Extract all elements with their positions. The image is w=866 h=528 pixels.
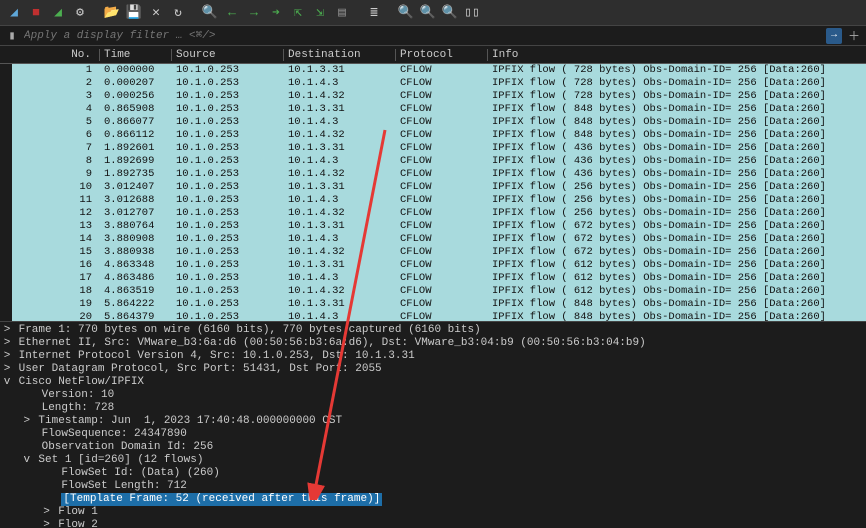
table-row[interactable]: 174.86348610.1.0.25310.1.4.3CFLOWIPFIX f… — [0, 272, 866, 285]
table-row[interactable]: 50.86607710.1.0.25310.1.4.3CFLOWIPFIX fl… — [0, 116, 866, 129]
table-row[interactable]: 113.01268810.1.0.25310.1.4.3CFLOWIPFIX f… — [0, 194, 866, 207]
find-icon[interactable]: 🔍 — [200, 3, 220, 23]
tree-line[interactable]: > Ethernet II, Src: VMware_b3:6a:d6 (00:… — [0, 337, 866, 350]
stop-icon[interactable]: ■ — [26, 3, 46, 23]
reload-icon[interactable]: ↻ — [168, 3, 188, 23]
table-row[interactable]: 91.89273510.1.0.25310.1.4.32CFLOWIPFIX f… — [0, 168, 866, 181]
open-icon[interactable]: 📂 — [102, 3, 122, 23]
tree-toggle-icon[interactable]: v — [2, 376, 12, 389]
tree-toggle-icon[interactable]: v — [22, 454, 32, 467]
display-filter-bar: ▮ → ＋ — [0, 26, 866, 46]
zoom-out-icon[interactable]: 🔍 — [418, 3, 438, 23]
tree-toggle-icon[interactable]: > — [2, 350, 12, 363]
tree-toggle-icon[interactable]: > — [2, 324, 12, 337]
colorize-icon[interactable]: ≣ — [364, 3, 384, 23]
table-row[interactable]: 30.00025610.1.0.25310.1.4.32CFLOWIPFIX f… — [0, 90, 866, 103]
zoom-in-icon[interactable]: 🔍 — [396, 3, 416, 23]
restart-capture-icon[interactable]: ◢ — [48, 3, 68, 23]
last-icon[interactable]: ⇲ — [310, 3, 330, 23]
autoscroll-icon[interactable]: ▤ — [332, 3, 352, 23]
packet-list-panel: No. Time Source Destination Protocol Inf… — [0, 46, 866, 321]
table-row[interactable]: 81.89269910.1.0.25310.1.4.3CFLOWIPFIX fl… — [0, 155, 866, 168]
filter-add-icon[interactable]: ＋ — [846, 28, 862, 44]
tree-line[interactable]: FlowSet Id: (Data) (260) — [0, 467, 866, 480]
col-header-destination[interactable]: Destination — [284, 49, 396, 61]
tree-line[interactable]: > Flow 2 — [0, 519, 866, 528]
display-filter-input[interactable] — [24, 27, 822, 45]
tree-line[interactable]: > Internet Protocol Version 4, Src: 10.1… — [0, 350, 866, 363]
tree-line[interactable]: FlowSet Length: 712 — [0, 480, 866, 493]
col-header-protocol[interactable]: Protocol — [396, 49, 488, 61]
bookmark-icon[interactable]: ▮ — [4, 28, 20, 44]
first-icon[interactable]: ⇱ — [288, 3, 308, 23]
table-row[interactable]: 205.86437910.1.0.25310.1.4.3CFLOWIPFIX f… — [0, 311, 866, 321]
tree-line[interactable]: v Cisco NetFlow/IPFIX — [0, 376, 866, 389]
options-icon[interactable]: ⚙ — [70, 3, 90, 23]
tree-line[interactable]: > Flow 1 — [0, 506, 866, 519]
table-row[interactable]: 103.01240710.1.0.25310.1.3.31CFLOWIPFIX … — [0, 181, 866, 194]
table-row[interactable]: 60.86611210.1.0.25310.1.4.32CFLOWIPFIX f… — [0, 129, 866, 142]
packet-rows[interactable]: 10.00000010.1.0.25310.1.3.31CFLOWIPFIX f… — [0, 64, 866, 321]
close-file-icon[interactable]: ✕ — [146, 3, 166, 23]
resize-cols-icon[interactable]: ▯▯ — [462, 3, 482, 23]
zoom-reset-icon[interactable]: 🔍 — [440, 3, 460, 23]
tree-line[interactable]: > User Datagram Protocol, Src Port: 5143… — [0, 363, 866, 376]
table-row[interactable]: 184.86351910.1.0.25310.1.4.32CFLOWIPFIX … — [0, 285, 866, 298]
prev-icon[interactable]: ← — [222, 3, 242, 23]
goto-icon[interactable]: ➔ — [266, 3, 286, 23]
col-header-source[interactable]: Source — [172, 49, 284, 61]
packet-details-panel[interactable]: > Frame 1: 770 bytes on wire (6160 bits)… — [0, 321, 866, 528]
tree-line[interactable]: Version: 10 — [0, 389, 866, 402]
tree-toggle-icon[interactable]: > — [42, 506, 52, 519]
col-header-no[interactable]: No. — [0, 49, 100, 61]
shark-fin-icon[interactable]: ◢ — [4, 3, 24, 23]
tree-toggle-icon[interactable]: > — [42, 519, 52, 528]
col-header-time[interactable]: Time — [100, 49, 172, 61]
tree-line[interactable]: [Template Frame: 52 (received after this… — [0, 493, 866, 506]
table-row[interactable]: 143.88090810.1.0.25310.1.4.3CFLOWIPFIX f… — [0, 233, 866, 246]
table-row[interactable]: 153.88093810.1.0.25310.1.4.32CFLOWIPFIX … — [0, 246, 866, 259]
tree-line[interactable]: > Frame 1: 770 bytes on wire (6160 bits)… — [0, 324, 866, 337]
tree-toggle-icon[interactable]: > — [22, 415, 32, 428]
main-toolbar: ◢■◢⚙📂💾✕↻🔍←→➔⇱⇲▤≣🔍🔍🔍▯▯ — [0, 0, 866, 26]
table-row[interactable]: 164.86334810.1.0.25310.1.3.31CFLOWIPFIX … — [0, 259, 866, 272]
table-row[interactable]: 133.88076410.1.0.25310.1.3.31CFLOWIPFIX … — [0, 220, 866, 233]
table-row[interactable]: 20.00020710.1.0.25310.1.4.3CFLOWIPFIX fl… — [0, 77, 866, 90]
table-row[interactable]: 40.86590810.1.0.25310.1.3.31CFLOWIPFIX f… — [0, 103, 866, 116]
table-row[interactable]: 195.86422210.1.0.25310.1.3.31CFLOWIPFIX … — [0, 298, 866, 311]
tree-toggle-icon[interactable]: > — [2, 337, 12, 350]
next-icon[interactable]: → — [244, 3, 264, 23]
tree-line[interactable]: Length: 728 — [0, 402, 866, 415]
tree-line[interactable]: FlowSequence: 24347890 — [0, 428, 866, 441]
filter-apply-icon[interactable]: → — [826, 28, 842, 44]
save-icon[interactable]: 💾 — [124, 3, 144, 23]
table-row[interactable]: 123.01270710.1.0.25310.1.4.32CFLOWIPFIX … — [0, 207, 866, 220]
tree-line[interactable]: > Timestamp: Jun 1, 2023 17:40:48.000000… — [0, 415, 866, 428]
tree-line[interactable]: v Set 1 [id=260] (12 flows) — [0, 454, 866, 467]
tree-line[interactable]: Observation Domain Id: 256 — [0, 441, 866, 454]
table-row[interactable]: 10.00000010.1.0.25310.1.3.31CFLOWIPFIX f… — [0, 64, 866, 77]
packet-list-header: No. Time Source Destination Protocol Inf… — [0, 46, 866, 64]
tree-toggle-icon[interactable]: > — [2, 363, 12, 376]
table-row[interactable]: 71.89260110.1.0.25310.1.3.31CFLOWIPFIX f… — [0, 142, 866, 155]
col-header-info[interactable]: Info — [488, 49, 866, 61]
